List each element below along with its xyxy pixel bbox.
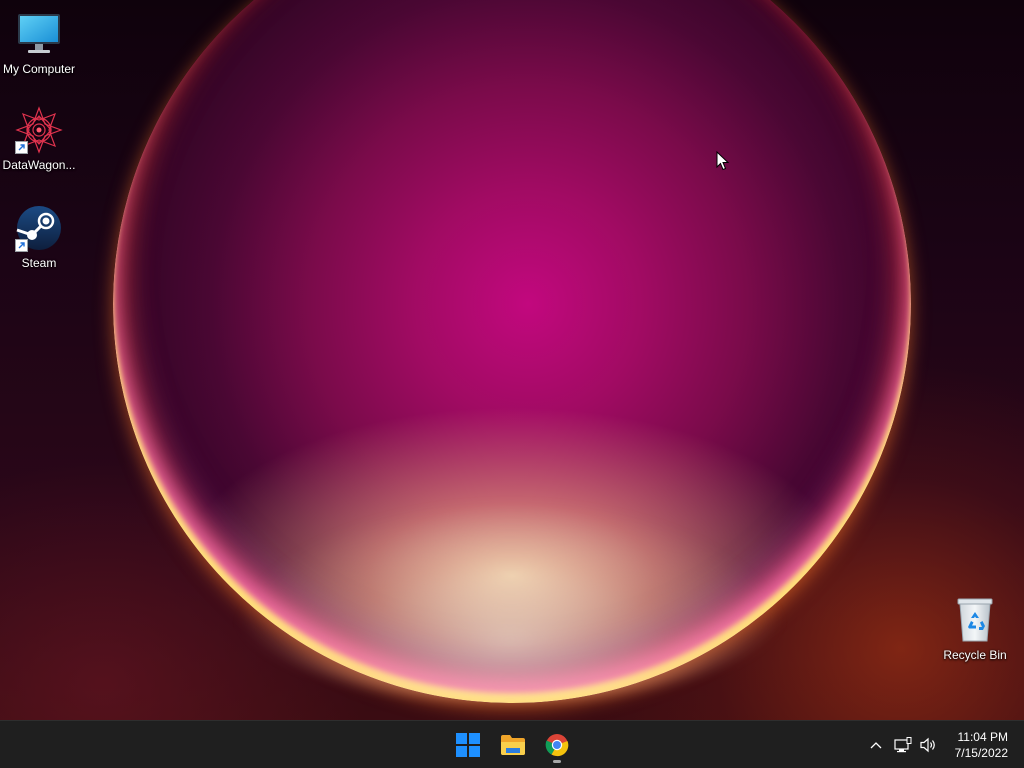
running-indicator (553, 760, 561, 763)
chrome-button[interactable] (537, 725, 577, 765)
windows-start-icon (456, 733, 480, 757)
mouse-cursor-icon (716, 150, 730, 171)
speaker-icon (920, 737, 935, 753)
monitor-icon (15, 10, 63, 58)
file-explorer-button[interactable] (493, 725, 533, 765)
volume-button[interactable] (918, 733, 940, 757)
chrome-icon (545, 734, 569, 757)
network-button[interactable] (892, 733, 914, 757)
shortcut-arrow-icon (15, 141, 28, 154)
desktop-icon-recycle-bin[interactable]: Recycle Bin (936, 596, 1014, 662)
folder-icon (501, 735, 525, 755)
desktop-icon-steam[interactable]: Steam (0, 204, 78, 270)
shortcut-arrow-icon (15, 239, 28, 252)
clock-time: 11:04 PM (957, 730, 1008, 744)
desktop-icon-label: My Computer (2, 62, 76, 76)
taskbar-clock[interactable]: 11:04 PM 7/15/2022 (944, 729, 1008, 761)
clock-date: 7/15/2022 (954, 746, 1008, 760)
network-icon (894, 737, 912, 753)
taskbar: 11:04 PM 7/15/2022 (0, 720, 1024, 768)
wallpaper-orb-highlight (230, 500, 790, 700)
recycle-bin-icon (951, 596, 999, 644)
desktop-wallpaper (0, 0, 1024, 720)
desktop-icon-label: Recycle Bin (943, 648, 1007, 662)
start-button[interactable] (448, 725, 488, 765)
datawagon-mandala-icon (15, 106, 63, 154)
desktop-icon-datawagon[interactable]: DataWagon... (0, 106, 78, 172)
steam-icon (15, 204, 63, 252)
chevron-up-icon (870, 742, 882, 749)
desktop-icon-label: DataWagon... (2, 158, 76, 172)
show-hidden-icons-button[interactable] (866, 733, 886, 757)
desktop-icon-my-computer[interactable]: My Computer (0, 10, 78, 76)
desktop-icon-label: Steam (21, 256, 57, 270)
